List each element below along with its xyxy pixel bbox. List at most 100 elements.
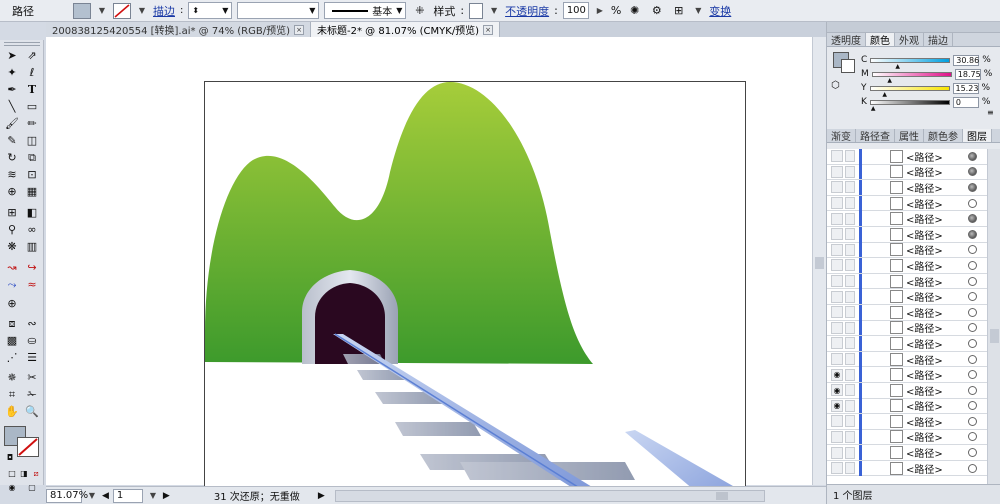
layer-row[interactable]: <路径> — [827, 320, 1000, 337]
align-icon[interactable]: ⊞ — [670, 2, 687, 19]
artboard-number-field[interactable]: 1 — [112, 488, 143, 503]
target-circle-icon[interactable] — [968, 401, 977, 411]
visibility-toggle[interactable] — [831, 430, 843, 443]
opacity-field[interactable]: 100 — [562, 2, 589, 19]
stroke-swatch-none[interactable] — [113, 2, 131, 19]
layer-name[interactable]: <路径> — [906, 445, 943, 460]
layer-row[interactable]: <路径> — [827, 445, 1000, 461]
visibility-toggle[interactable] — [831, 290, 843, 303]
target-circle-icon[interactable] — [968, 276, 977, 286]
tab-transparency[interactable]: 透明度 — [827, 33, 866, 47]
stroke-none-swatch[interactable] — [17, 437, 39, 457]
visibility-toggle[interactable] — [831, 259, 843, 272]
layer-row[interactable]: <路径> — [827, 149, 1000, 165]
tab-color-guide[interactable]: 颜色参 — [924, 129, 963, 143]
layer-name[interactable]: <路径> — [906, 242, 943, 257]
blob-brush-tool-icon[interactable]: ✎ — [2, 133, 22, 148]
visibility-toggle[interactable] — [831, 321, 843, 334]
layer-name[interactable]: <路径> — [906, 352, 943, 367]
width-tool-icon[interactable]: ↝ — [2, 260, 22, 275]
artboard[interactable] — [204, 81, 746, 504]
lock-toggle[interactable] — [845, 181, 855, 194]
layer-row[interactable]: <路径> — [827, 257, 1000, 274]
layer-row[interactable]: <路径> — [827, 164, 1000, 181]
lock-toggle[interactable] — [845, 197, 855, 210]
target-circle-icon[interactable] — [968, 151, 977, 161]
column-graph-tool-icon[interactable]: ▥ — [22, 239, 42, 254]
layer-row[interactable]: <路径> — [827, 242, 1000, 259]
lock-toggle[interactable] — [845, 165, 855, 178]
line-tool-icon[interactable]: ╲ — [2, 99, 22, 114]
artboard-dropdown-icon[interactable]: ▼ — [147, 491, 159, 500]
tunnel-illustration[interactable] — [205, 82, 746, 504]
lock-toggle[interactable] — [845, 321, 855, 334]
mesh-tool-icon[interactable]: ⊞ — [2, 205, 22, 220]
draw-normal-icon[interactable]: ◉ — [2, 480, 22, 495]
fill-swatch[interactable] — [73, 2, 91, 19]
mesh-grid-tool-icon[interactable]: ▩ — [2, 333, 22, 348]
lasso-tool-icon[interactable]: ℓ — [22, 65, 42, 80]
knife-tool-icon[interactable]: ✂ — [22, 370, 42, 385]
visibility-toggle[interactable] — [831, 150, 843, 163]
channel-slider[interactable]: ▲ — [870, 57, 951, 70]
zoom-tool-icon[interactable]: 🔍 — [22, 404, 42, 419]
curve-tool-icon[interactable]: ↪ — [22, 260, 42, 275]
scissors-tool-icon[interactable]: ✁ — [22, 387, 42, 402]
layer-row[interactable]: <路径> — [827, 351, 1000, 368]
variable-width-dropdown[interactable]: ▼ — [237, 2, 320, 19]
tab-gradient[interactable]: 渐变 — [827, 129, 856, 143]
eyedropper-tool-icon[interactable]: ⚲ — [2, 222, 22, 237]
panel-menu-icon[interactable]: ≡ — [987, 108, 994, 117]
free-transform-tool-icon[interactable]: ⊡ — [22, 167, 42, 182]
target-circle-icon[interactable] — [968, 245, 977, 255]
lock-toggle[interactable] — [845, 368, 855, 381]
tunnel-opening[interactable] — [315, 283, 385, 364]
lock-toggle[interactable] — [845, 430, 855, 443]
artboard-tool-icon[interactable]: ⧈ — [2, 316, 22, 331]
close-icon[interactable]: × — [294, 24, 304, 35]
screen-mode-icon[interactable]: ▢ — [22, 480, 42, 495]
target-circle-icon[interactable] — [968, 307, 977, 317]
layer-row[interactable]: <路径> — [827, 335, 1000, 352]
layer-name[interactable]: <路径> — [906, 289, 943, 304]
opacity-dropdown-icon[interactable]: ▶ — [594, 6, 606, 15]
toolbox-grip[interactable] — [4, 42, 40, 46]
layer-name[interactable]: <路径> — [906, 164, 943, 179]
close-icon[interactable]: × — [483, 24, 494, 35]
tab-stroke[interactable]: 描边 — [924, 33, 953, 47]
layer-name[interactable]: <路径> — [906, 461, 943, 476]
layer-row[interactable]: <路径> — [827, 460, 1000, 477]
canvas-vertical-scrollbar[interactable] — [812, 37, 826, 485]
visibility-toggle[interactable] — [831, 415, 843, 428]
crosshair-tool-icon[interactable]: ⊕ — [2, 296, 22, 311]
align-dropdown-icon[interactable]: ▼ — [692, 6, 704, 15]
layer-name[interactable]: <路径> — [906, 414, 943, 429]
slice-tool-icon[interactable]: ∾ — [22, 316, 42, 331]
eraser-tool-icon[interactable]: ◫ — [22, 133, 42, 148]
layer-name[interactable]: <路径> — [906, 320, 943, 335]
list-tool-icon[interactable]: ☰ — [22, 350, 42, 365]
first-artboard-icon[interactable]: ◀ — [102, 491, 109, 501]
layer-row[interactable]: <路径> — [827, 195, 1000, 212]
status-menu-icon[interactable]: ▶ — [318, 491, 325, 501]
target-circle-icon[interactable] — [968, 448, 977, 458]
lock-toggle[interactable] — [845, 150, 855, 163]
channel-value-field[interactable]: 30.86 — [953, 54, 980, 66]
blend-tool-icon[interactable]: ∞ — [22, 222, 42, 237]
zoom-field[interactable]: 81.07% — [46, 488, 88, 503]
layer-name[interactable]: <路径> — [906, 227, 943, 242]
tab-appearance[interactable]: 外观 — [895, 33, 924, 47]
layer-name[interactable]: <路径> — [906, 398, 943, 413]
target-circle-icon[interactable] — [968, 229, 977, 239]
lock-toggle[interactable] — [845, 275, 855, 288]
layer-row[interactable]: <路径> — [827, 211, 1000, 227]
type-tool-icon[interactable]: T — [22, 82, 42, 97]
layer-row[interactable]: ◉ <路径> — [827, 398, 1000, 415]
zoom-dropdown-icon[interactable]: ▼ — [86, 491, 98, 500]
symbol-sprayer-tool-icon[interactable]: ❋ — [2, 239, 22, 254]
stroke-link[interactable]: 描边 — [153, 3, 175, 19]
lock-toggle[interactable] — [845, 337, 855, 350]
lock-toggle[interactable] — [845, 259, 855, 272]
visibility-toggle[interactable] — [831, 337, 843, 350]
visibility-toggle[interactable] — [831, 228, 843, 241]
